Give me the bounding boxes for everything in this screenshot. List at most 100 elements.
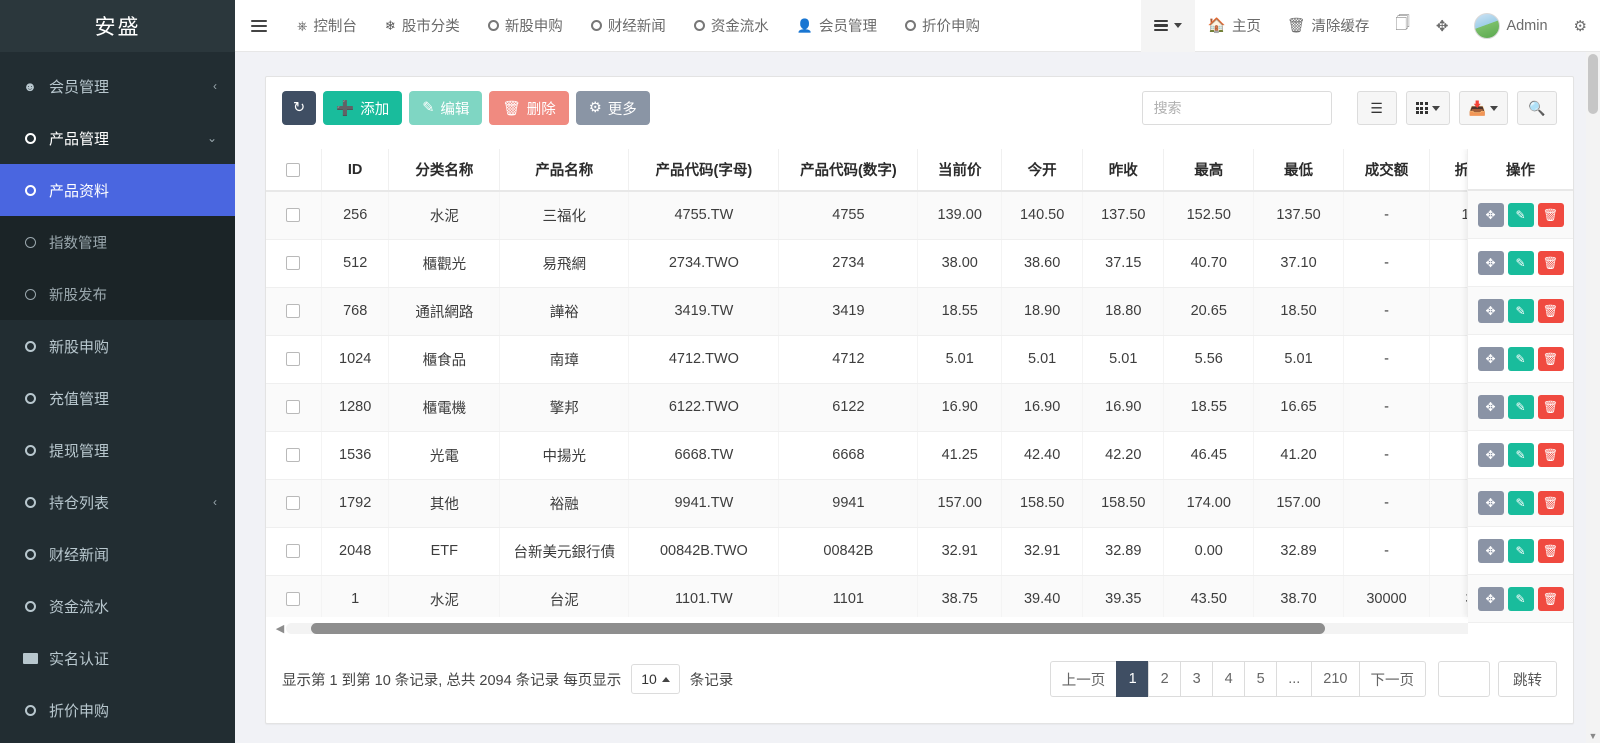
row-select-cell[interactable] [266, 239, 321, 287]
page-scrollbar-thumb[interactable] [1588, 54, 1598, 114]
horizontal-scrollbar[interactable]: ◀ ▶ [274, 621, 1565, 635]
prev-page-button[interactable]: 上一页 [1050, 661, 1118, 697]
pencil-icon[interactable]: ✎ [1508, 539, 1534, 563]
col-code-numeric[interactable]: 产品代码(数字) [779, 149, 918, 191]
col-code-alpha[interactable]: 产品代码(字母) [629, 149, 779, 191]
refresh-button[interactable]: ↻ [282, 91, 316, 125]
move-arrows-icon[interactable]: ✥ [1478, 491, 1504, 515]
jump-button[interactable]: 跳转 [1498, 661, 1557, 697]
row-checkbox[interactable] [286, 544, 300, 558]
pencil-icon[interactable]: ✎ [1508, 635, 1534, 636]
nav-link-discount-subscription[interactable]: 折价申购 [891, 0, 994, 52]
move-arrows-icon[interactable]: ✥ [1478, 347, 1504, 371]
stacked-list-dropdown-icon[interactable] [1141, 0, 1195, 52]
trash-icon[interactable]: 🗑 [1538, 299, 1564, 323]
sidebar-item-product-data[interactable]: 产品资料 [0, 164, 235, 216]
trash-icon[interactable]: 🗑 [1538, 635, 1564, 636]
trash-icon[interactable]: 🗑 [1538, 347, 1564, 371]
sidebar-item-real-name-verification[interactable]: 实名认证 [0, 632, 235, 684]
move-arrows-icon[interactable]: ✥ [1478, 203, 1504, 227]
clone-windows-icon[interactable]: 🗍 [1382, 0, 1423, 52]
move-arrows-icon[interactable]: ✥ [1478, 251, 1504, 275]
row-select-cell[interactable] [266, 527, 321, 575]
col-current-price[interactable]: 当前价 [918, 149, 1002, 191]
trash-icon[interactable]: 🗑 [1538, 203, 1564, 227]
col-category-name[interactable]: 分类名称 [389, 149, 500, 191]
pencil-icon[interactable]: ✎ [1508, 203, 1534, 227]
clear-cache-button[interactable]: 🗑 清除缓存 [1274, 0, 1382, 52]
col-high[interactable]: 最高 [1164, 149, 1254, 191]
sidebar-item-ipo-subscription[interactable]: 新股申购 [0, 320, 235, 372]
move-arrows-icon[interactable]: ✥ [1478, 587, 1504, 611]
row-checkbox[interactable] [286, 448, 300, 462]
trash-icon[interactable]: 🗑 [1538, 539, 1564, 563]
trash-icon[interactable]: 🗑 [1538, 587, 1564, 611]
page-button-3[interactable]: 3 [1180, 661, 1213, 697]
page-scrollbar[interactable]: ▲ ▼ [1586, 52, 1600, 743]
row-select-cell[interactable] [266, 383, 321, 431]
move-arrows-icon[interactable]: ✥ [1478, 635, 1504, 636]
row-select-cell[interactable] [266, 287, 321, 335]
table-row[interactable]: 1024櫃食品南璋4712.TWO47125.015.015.015.565.0… [266, 335, 1573, 383]
row-select-cell[interactable] [266, 479, 321, 527]
sidebar-item-recharge-management[interactable]: 充值管理 [0, 372, 235, 424]
row-select-cell[interactable] [266, 191, 321, 239]
home-button[interactable]: 🏠 主页 [1195, 0, 1274, 52]
row-select-cell[interactable] [266, 575, 321, 617]
row-checkbox[interactable] [286, 256, 300, 270]
select-all-header[interactable] [266, 149, 321, 191]
search-input[interactable] [1142, 91, 1332, 125]
jump-page-input[interactable] [1438, 661, 1490, 697]
search-icon[interactable]: 🔍 [1517, 91, 1557, 125]
page-button-4[interactable]: 4 [1212, 661, 1245, 697]
sidebar-item-ipo-release[interactable]: 新股发布 [0, 268, 235, 320]
row-checkbox[interactable] [286, 304, 300, 318]
nav-link-ipo-subscription[interactable]: 新股申购 [474, 0, 577, 52]
nav-link-member-management[interactable]: 👤 会员管理 [783, 0, 891, 52]
table-row[interactable]: 1792其他裕融9941.TW9941157.00158.50158.50174… [266, 479, 1573, 527]
page-button-ellipsisellipsisellipsis[interactable]: ... [1276, 661, 1312, 697]
row-checkbox[interactable] [286, 208, 300, 222]
col-open[interactable]: 今开 [1002, 149, 1083, 191]
nav-link-fund-flow[interactable]: 资金流水 [680, 0, 783, 52]
page-size-dropdown[interactable]: 10 [631, 664, 680, 694]
pencil-icon[interactable]: ✎ [1508, 443, 1534, 467]
page-button-1[interactable]: 1 [1116, 661, 1149, 697]
nav-link-dashboard[interactable]: ⎈ 控制台 [283, 0, 371, 52]
list-view-icon[interactable]: ☰ [1357, 91, 1397, 125]
pencil-icon[interactable]: ✎ [1508, 491, 1534, 515]
row-checkbox[interactable] [286, 496, 300, 510]
table-row[interactable]: 1280櫃電機擎邦6122.TWO612216.9016.9016.9018.5… [266, 383, 1573, 431]
row-checkbox[interactable] [286, 400, 300, 414]
expand-arrows-icon[interactable]: ✥ [1423, 0, 1462, 52]
pencil-icon[interactable]: ✎ [1508, 587, 1534, 611]
page-button-2[interactable]: 2 [1148, 661, 1181, 697]
columns-grid-icon[interactable] [1406, 91, 1450, 125]
table-row[interactable]: 768通訊網路譁裕3419.TW341918.5518.9018.8020.65… [266, 287, 1573, 335]
table-row[interactable]: 256水泥三福化4755.TW4755139.00140.50137.50152… [266, 191, 1573, 239]
trash-icon[interactable]: 🗑 [1538, 395, 1564, 419]
move-arrows-icon[interactable]: ✥ [1478, 395, 1504, 419]
table-row[interactable]: 1水泥台泥1101.TW110138.7539.4039.3543.5038.7… [266, 575, 1573, 617]
select-all-checkbox[interactable] [286, 163, 300, 177]
sidebar-item-discount-subscription[interactable]: 折价申购 [0, 684, 235, 736]
scrollbar-thumb[interactable] [311, 623, 1325, 634]
scroll-left-arrow[interactable]: ◀ [274, 622, 286, 635]
user-menu[interactable]: Admin [1461, 0, 1560, 52]
move-arrows-icon[interactable]: ✥ [1478, 539, 1504, 563]
col-id[interactable]: ID [321, 149, 389, 191]
delete-button[interactable]: 🗑 删除 [489, 91, 568, 125]
scrollbar-track[interactable] [286, 623, 1553, 634]
col-turnover[interactable]: 成交额 [1343, 149, 1429, 191]
sidebar-item-product-management[interactable]: 产品管理 ⌄ [0, 112, 235, 164]
page-button-210[interactable]: 210 [1311, 661, 1359, 697]
col-low[interactable]: 最低 [1254, 149, 1344, 191]
edit-button[interactable]: ✎ 编辑 [409, 91, 482, 125]
table-row[interactable]: 1536光電中揚光6668.TW666841.2542.4042.2046.45… [266, 431, 1573, 479]
col-product-name[interactable]: 产品名称 [500, 149, 629, 191]
row-select-cell[interactable] [266, 431, 321, 479]
page-button-5[interactable]: 5 [1244, 661, 1277, 697]
sidebar-item-fund-flow[interactable]: 资金流水 [0, 580, 235, 632]
more-button[interactable]: ⚙ 更多 [576, 91, 650, 125]
trash-icon[interactable]: 🗑 [1538, 491, 1564, 515]
